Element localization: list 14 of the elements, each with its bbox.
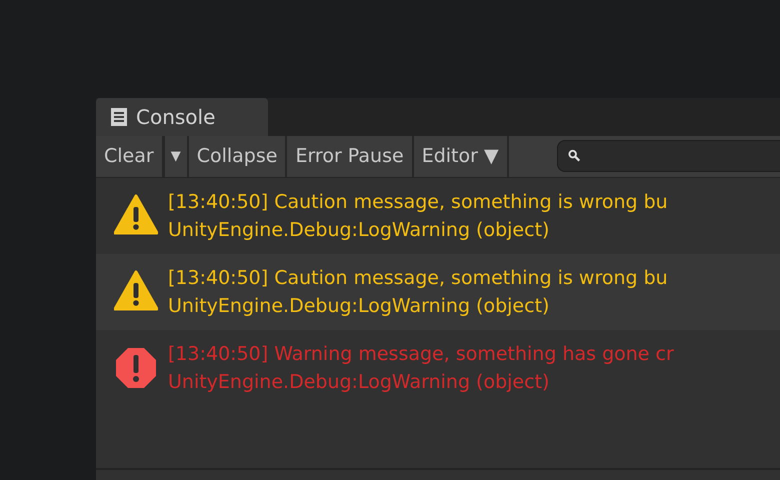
console-tab[interactable]: Console: [96, 98, 268, 136]
stack-trace: UnityEngine.Debug:LogWarning (object): [168, 218, 550, 243]
log-entry[interactable]: [13:40:50] Caution message, something is wrong bu UnityEngine.Debug:LogWarning (object): [96, 254, 780, 330]
dropdown-button[interactable]: ▼: [164, 136, 189, 177]
document-icon: [110, 107, 128, 127]
stack-trace: UnityEngine.Debug:LogWarning (object): [168, 370, 550, 395]
log-message: [13:40:50] Caution message, something is wrong bu: [168, 266, 668, 291]
error-icon: [114, 346, 158, 390]
stack-trace: UnityEngine.Debug:LogWarning (object): [168, 294, 550, 319]
log-message: [13:40:50] Warning message, something has gone cr: [168, 342, 674, 367]
log-entry[interactable]: [13:40:50] Caution message, something is wrong bu UnityEngine.Debug:LogWarning (object): [96, 178, 780, 254]
log-message: [13:40:50] Caution message, something is wrong bu: [168, 190, 668, 215]
search-icon: [568, 149, 581, 163]
search-field[interactable]: [556, 140, 780, 172]
